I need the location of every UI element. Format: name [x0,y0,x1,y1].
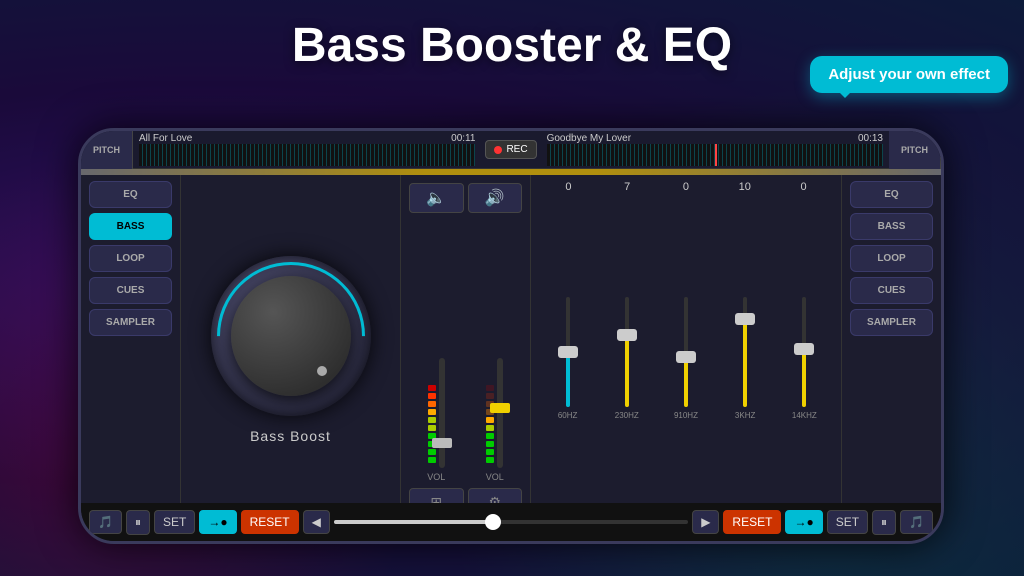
eq-freq-60hz: 60HZ [558,411,578,420]
waveform-right [547,144,883,166]
knob-outer [211,256,371,416]
rec-button[interactable]: REC [485,140,536,159]
rec-label: REC [506,144,527,155]
right-loop-button[interactable]: LOOP [850,245,933,272]
waveform-left [139,144,475,166]
pause-button-left[interactable]: ⏸ [126,510,150,535]
music-note-left[interactable]: 🎵 [89,510,122,534]
vol-down-button[interactable]: 🔈 [409,183,464,213]
tooltip-bubble: Adjust your own effect [810,56,1008,93]
eq-val-910hz: 0 [666,181,706,193]
knob-indicator [317,366,327,376]
knob-area: Bass Boost [181,175,401,525]
meter-buttons: 🔈 🔊 [409,183,522,213]
eq-freq-3khz: 3KHZ [735,411,755,420]
cue-right-button[interactable]: →● [785,510,822,534]
eq-slider-910hz[interactable]: 910HZ [666,293,706,423]
eq-values-row: 0 7 0 10 0 [539,181,833,193]
eq-slider-60hz[interactable]: 60HZ [548,293,588,423]
left-eq-button[interactable]: EQ [89,181,172,208]
knob-inner [231,276,351,396]
bass-knob-container[interactable] [211,256,371,416]
transport-bar: 🎵 ⏸ SET →● RESET ◀ ▶ RESET →● SET ⏸ 🎵 [81,503,941,541]
right-eq-button[interactable]: EQ [850,181,933,208]
rec-indicator [494,146,502,154]
left-cues-button[interactable]: CUES [89,277,172,304]
left-sampler-button[interactable]: SAMPLER [89,309,172,336]
eq-slider-3khz[interactable]: 3KHZ [725,293,765,423]
track-left-name: All For Love [139,133,192,144]
progress-thumb [485,514,501,530]
eq-area: 0 7 0 10 0 60HZ [531,175,841,525]
eq-freq-910hz: 910HZ [674,411,698,420]
eq-val-14khz: 0 [784,181,824,193]
left-bass-button[interactable]: BASS [89,213,172,240]
top-bar: PITCH All For Love 00:11 REC Goodbye My … [81,131,941,169]
timeline-strip [81,169,941,175]
eq-sliders: 60HZ 230HZ 910HZ [539,197,833,519]
forward-button[interactable]: ▶ [692,510,719,534]
eq-freq-14khz: 14KHZ [792,411,817,420]
back-button[interactable]: ◀ [303,510,330,534]
phone-frame: PITCH All For Love 00:11 REC Goodbye My … [78,128,944,544]
left-panel: EQ BASS LOOP CUES SAMPLER [81,175,181,525]
knob-label: Bass Boost [250,428,331,444]
eq-slider-230hz[interactable]: 230HZ [607,293,647,423]
vol-up-button[interactable]: 🔊 [468,183,523,213]
music-note-right[interactable]: 🎵 [900,510,933,534]
track-right-time: 00:13 [858,133,883,144]
cue-button[interactable]: →● [199,510,236,534]
right-cues-button[interactable]: CUES [850,277,933,304]
set-button-right[interactable]: SET [827,510,868,534]
eq-val-3khz: 10 [725,181,765,193]
progress-track[interactable] [334,520,688,524]
main-content: EQ BASS LOOP CUES SAMPLER Bass Boost 🔈 [81,175,941,525]
reset-button-left[interactable]: RESET [241,510,299,534]
eq-val-60hz: 0 [548,181,588,193]
tooltip-text: Adjust your own effect [828,66,990,83]
meters-row: VOL [409,219,522,482]
eq-val-230hz: 7 [607,181,647,193]
reset-button-right[interactable]: RESET [723,510,781,534]
right-bass-button[interactable]: BASS [850,213,933,240]
left-loop-button[interactable]: LOOP [89,245,172,272]
track-left-time: 00:11 [451,133,475,144]
vol-right-label: VOL [486,472,504,482]
right-panel: EQ BASS LOOP CUES SAMPLER [841,175,941,525]
set-button-left[interactable]: SET [154,510,195,534]
vol-left-label: VOL [427,472,445,482]
timeline-marker [715,144,717,166]
meter-area: 🔈 🔊 [401,175,531,525]
pause-button-right[interactable]: ⏸ [872,510,896,535]
right-sampler-button[interactable]: SAMPLER [850,309,933,336]
progress-fill [334,520,493,524]
eq-freq-230hz: 230HZ [615,411,639,420]
track-right-name: Goodbye My Lover [547,133,632,144]
eq-slider-14khz[interactable]: 14KHZ [784,293,824,423]
